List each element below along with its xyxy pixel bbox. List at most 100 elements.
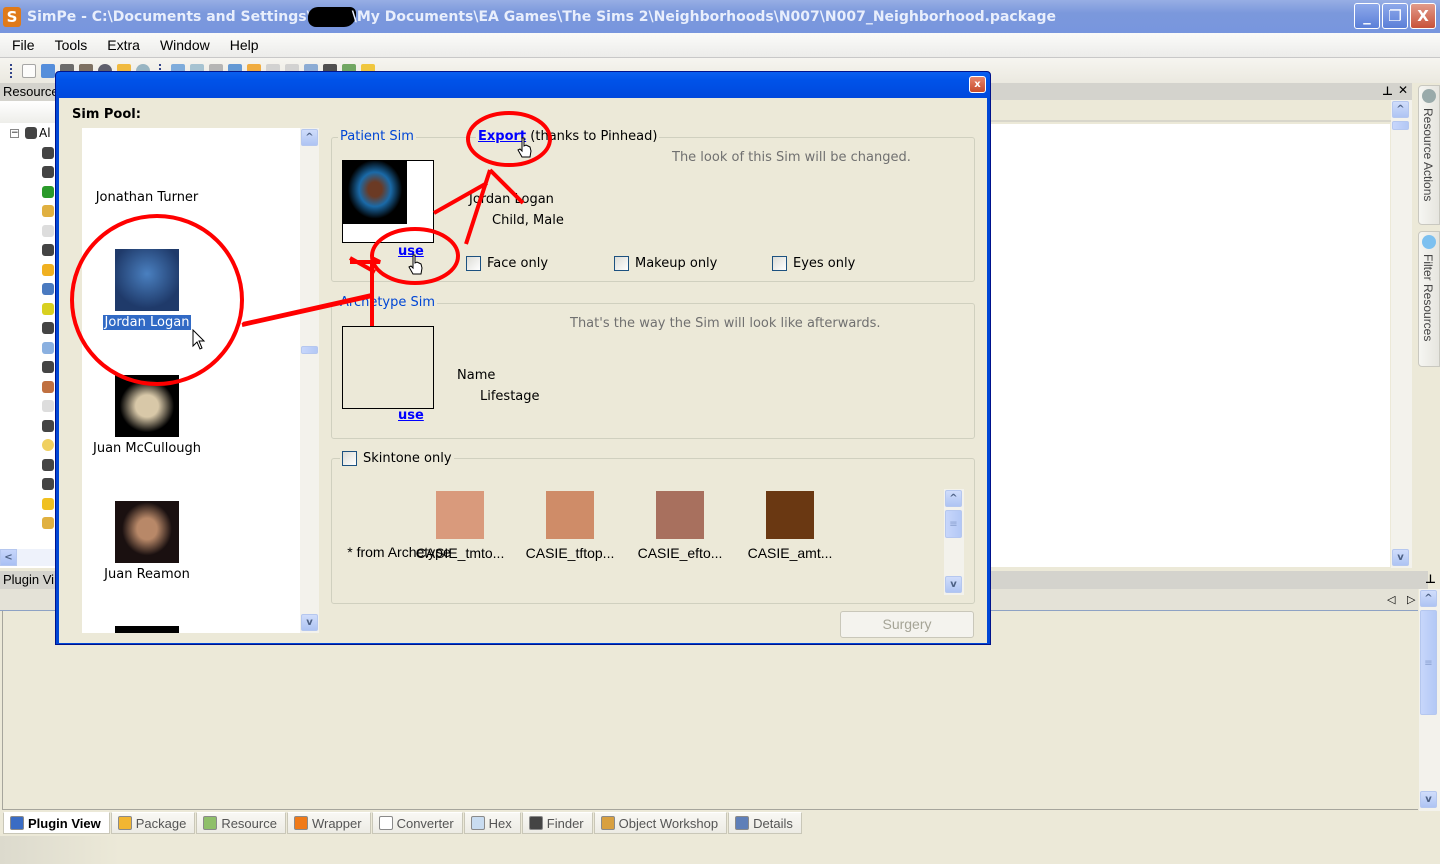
- tab-object-workshop[interactable]: Object Workshop: [593, 812, 728, 834]
- tab-converter[interactable]: Converter: [371, 812, 463, 834]
- tree-item[interactable]: [8, 455, 55, 475]
- archetype-hint: That's the way the Sim will look like af…: [570, 316, 881, 331]
- tree-item[interactable]: [8, 260, 55, 280]
- tree-item[interactable]: [8, 319, 55, 339]
- tab-resource[interactable]: Resource: [196, 812, 286, 834]
- scroll-thumb[interactable]: ≡: [945, 510, 962, 538]
- close-button[interactable]: X: [1410, 3, 1436, 29]
- archetype-use-link[interactable]: use: [398, 408, 424, 423]
- scroll-down-button[interactable]: v: [1420, 791, 1437, 808]
- menu-help[interactable]: Help: [220, 37, 269, 53]
- scroll-up-button[interactable]: ^: [301, 129, 318, 146]
- tab-nav-arrows[interactable]: ◁ ▷: [1387, 593, 1419, 606]
- tree-item[interactable]: [8, 514, 55, 534]
- tab-plugin-view[interactable]: Plugin View: [3, 812, 110, 834]
- skintone-item[interactable]: CASIE_efto...: [625, 491, 735, 561]
- minimize-button[interactable]: _: [1354, 3, 1380, 29]
- tab-details[interactable]: Details: [728, 812, 802, 834]
- person-icon: [42, 497, 54, 510]
- maximize-button[interactable]: ❐: [1382, 3, 1408, 29]
- skintone-item[interactable]: CASIE_tmto...: [405, 491, 515, 561]
- skintone-swatch: [546, 491, 594, 539]
- menu-tools[interactable]: Tools: [45, 37, 98, 53]
- side-tab-label: Resource Actions: [1421, 108, 1435, 202]
- tab-package[interactable]: Package: [110, 812, 196, 834]
- tab-hex[interactable]: Hex: [463, 812, 521, 834]
- skintone-item[interactable]: CASIE_amt...: [735, 491, 845, 561]
- scroll-up-button[interactable]: ^: [945, 490, 962, 507]
- scroll-down-button[interactable]: v: [301, 614, 318, 631]
- tree-item[interactable]: [8, 163, 55, 183]
- tree-item[interactable]: [8, 221, 55, 241]
- scroll-up-button[interactable]: ^: [1420, 590, 1437, 607]
- tree-item[interactable]: [8, 397, 55, 417]
- tab-finder[interactable]: Finder: [521, 812, 593, 834]
- document-vertical-scrollbar[interactable]: ^ v: [1391, 100, 1412, 568]
- pin-icon[interactable]: ⊥: [1382, 84, 1393, 98]
- scroll-up-button[interactable]: ^: [1392, 101, 1409, 118]
- tab-wrapper[interactable]: Wrapper: [286, 812, 371, 834]
- menu-bar: File Tools Extra Window Help: [0, 33, 1440, 57]
- tree-item[interactable]: [8, 416, 55, 436]
- tree-item[interactable]: [8, 202, 55, 222]
- toolbar-grip[interactable]: [10, 63, 13, 78]
- checkbox-box[interactable]: [466, 256, 481, 271]
- horizontal-scrollbar[interactable]: <: [0, 549, 56, 566]
- skintone-scrollbar[interactable]: ^ ≡ v: [944, 489, 964, 595]
- skintone-label: CASIE_tmto...: [415, 545, 505, 561]
- edit-icon: [42, 205, 54, 218]
- dialog-title-bar[interactable]: x: [56, 72, 990, 98]
- checkbox-box[interactable]: [614, 256, 629, 271]
- tab-label: Details: [753, 815, 793, 831]
- open-file-icon[interactable]: [41, 63, 55, 78]
- tree-item[interactable]: [8, 182, 55, 202]
- tree-item[interactable]: [8, 358, 55, 378]
- tree-item[interactable]: [8, 143, 55, 163]
- scroll-down-button[interactable]: v: [945, 576, 962, 593]
- tree-item[interactable]: [8, 299, 55, 319]
- tree-item[interactable]: [8, 436, 55, 456]
- scroll-thumb[interactable]: [1392, 121, 1409, 130]
- collapse-icon[interactable]: −: [10, 128, 19, 138]
- dialog-close-button[interactable]: x: [969, 76, 986, 93]
- patient-sim-group: Patient Sim Export (thanks to Pinhead) T…: [331, 129, 975, 282]
- makeup-only-checkbox[interactable]: Makeup only: [614, 256, 717, 271]
- checkbox-box[interactable]: [772, 256, 787, 271]
- scroll-thumb[interactable]: [301, 346, 318, 354]
- plugin-vertical-scrollbar[interactable]: ^ ≡ v: [1419, 589, 1440, 811]
- checkbox-box[interactable]: [342, 451, 357, 466]
- sim-name: Juan McCullough: [93, 441, 201, 456]
- skintone-only-checkbox[interactable]: Skintone only: [340, 451, 454, 466]
- tree-root-label[interactable]: Al: [39, 126, 51, 140]
- sim-pool-scrollbar[interactable]: ^ v: [300, 128, 319, 633]
- tree-item[interactable]: [8, 241, 55, 261]
- sim-pool-list[interactable]: Jonathan Turner Jordan Logan Juan McCull…: [82, 128, 319, 633]
- face-only-checkbox[interactable]: Face only: [466, 256, 548, 271]
- resource-tree[interactable]: − Al: [0, 123, 55, 533]
- scroll-down-button[interactable]: v: [1392, 549, 1409, 566]
- new-file-icon[interactable]: [22, 63, 36, 78]
- skintone-item[interactable]: CASIE_tftop...: [515, 491, 625, 561]
- tree-item[interactable]: [8, 338, 55, 358]
- tree-item[interactable]: [8, 494, 55, 514]
- sim-pool-item[interactable]: Juan McCullough: [82, 375, 212, 456]
- menu-extra[interactable]: Extra: [97, 37, 150, 53]
- menu-window[interactable]: Window: [150, 37, 220, 53]
- scroll-thumb[interactable]: ≡: [1420, 610, 1437, 715]
- pin-icon[interactable]: ⊥: [1425, 572, 1436, 586]
- tree-root[interactable]: − Al: [8, 123, 55, 143]
- resource-panel-header: Resource: [0, 83, 55, 101]
- sim-pool-item[interactable]: Juan Reamon: [82, 501, 212, 582]
- scroll-left-button[interactable]: <: [0, 549, 17, 566]
- side-tab-resource-actions[interactable]: Resource Actions: [1418, 85, 1440, 225]
- sim-pool-item-selected[interactable]: Jordan Logan: [82, 249, 212, 330]
- tree-item[interactable]: [8, 280, 55, 300]
- sim-pool-item[interactable]: Jonathan Turner: [82, 190, 212, 205]
- side-tab-filter-resources[interactable]: Filter Resources: [1418, 231, 1440, 367]
- eyes-only-checkbox[interactable]: Eyes only: [772, 256, 855, 271]
- surgery-button[interactable]: Surgery: [840, 611, 974, 638]
- menu-file[interactable]: File: [0, 37, 45, 53]
- tree-item[interactable]: [8, 377, 55, 397]
- tree-item[interactable]: [8, 475, 55, 495]
- close-panel-icon[interactable]: ✕: [1398, 83, 1408, 97]
